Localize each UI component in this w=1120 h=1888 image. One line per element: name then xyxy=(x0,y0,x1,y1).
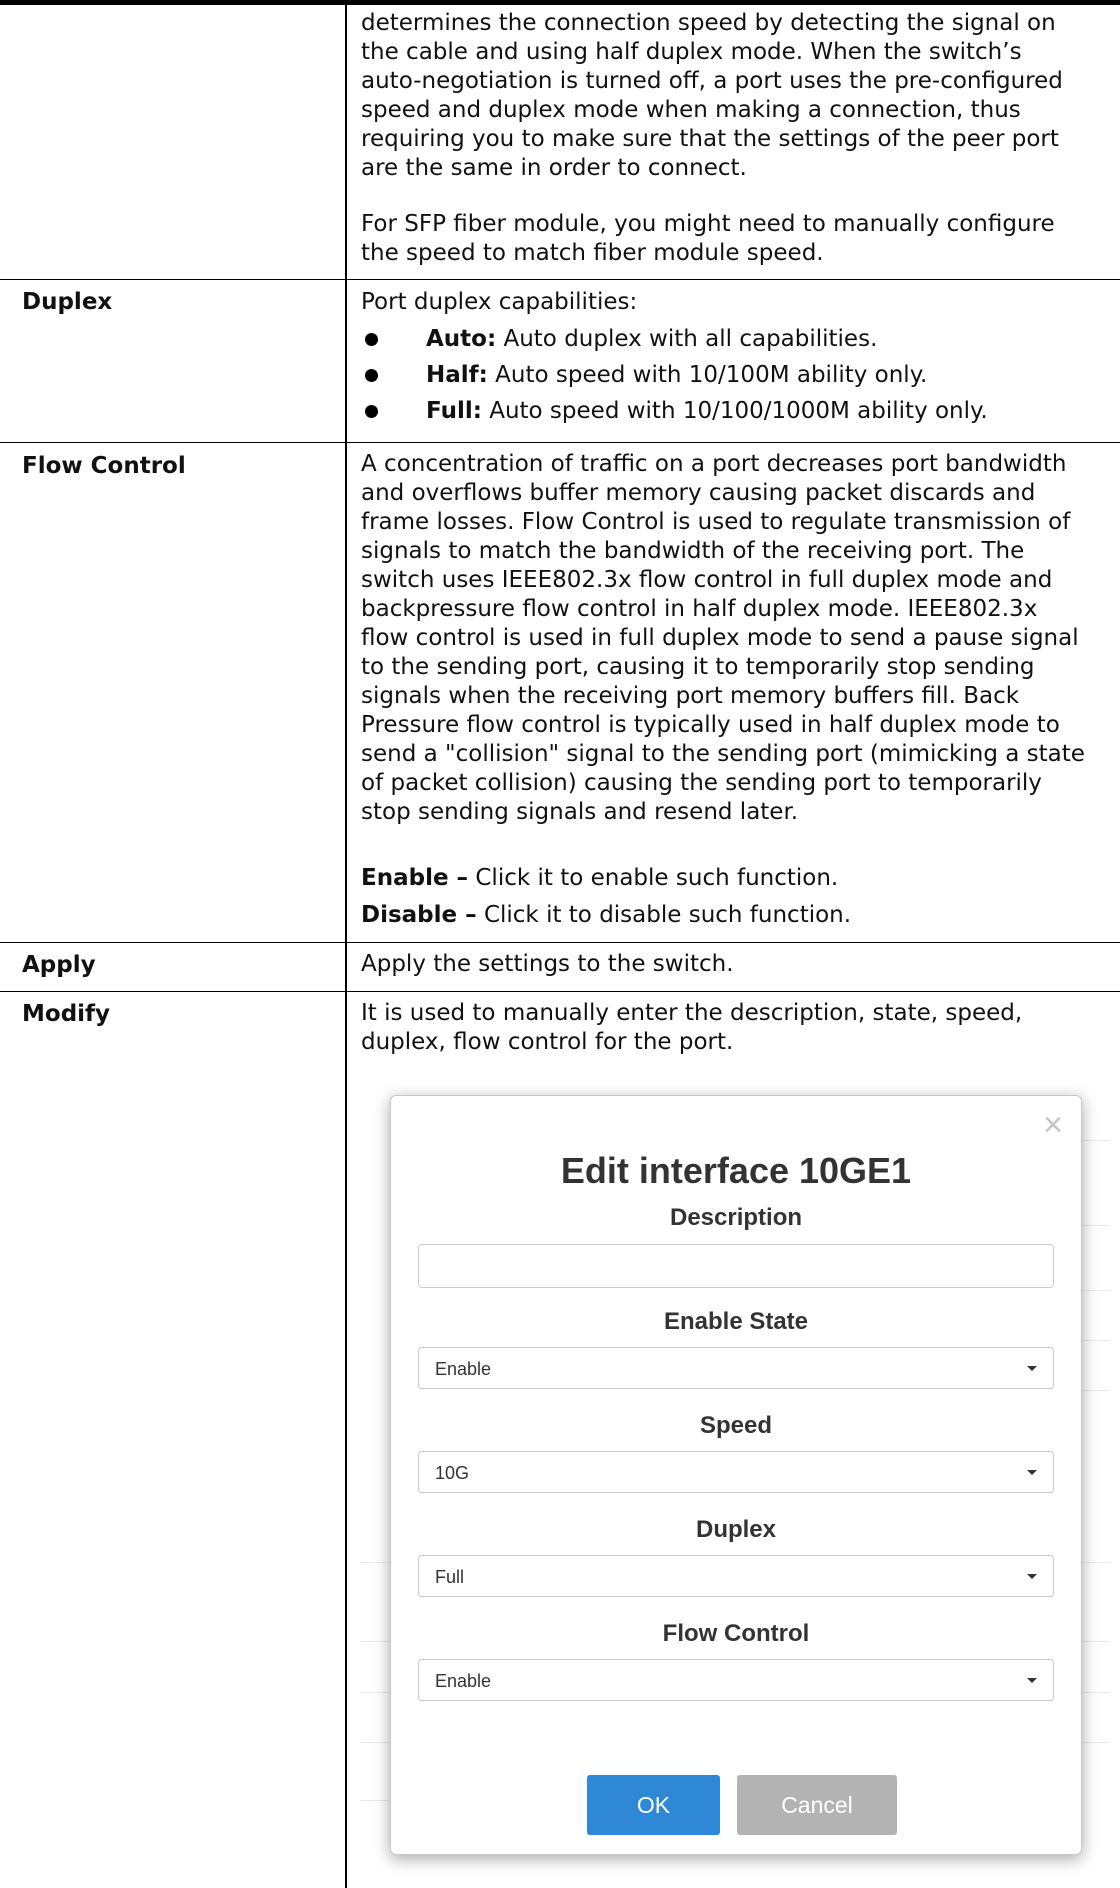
background-divider xyxy=(1080,1641,1110,1642)
sfp-line-2: the speed to match fiber module speed. xyxy=(361,240,824,266)
table-top-border xyxy=(0,0,1120,5)
flow-line-6: backpressure flow control in half duplex… xyxy=(361,596,1038,622)
apply-text: Apply the settings to the switch. xyxy=(361,951,734,977)
duplex-term-half: Half: xyxy=(426,362,488,388)
flow-line-3: frame losses. Flow Control is used to re… xyxy=(361,509,1071,535)
flow-disable-term: Disable – xyxy=(361,902,477,928)
speed-line-4: speed and duplex mode when making a conn… xyxy=(361,97,1021,123)
flow-line-2: and overflows buffer memory causing pack… xyxy=(361,480,1036,506)
speed-value: 10G xyxy=(435,1463,470,1483)
speed-line-1: determines the connection speed by detec… xyxy=(361,10,1056,36)
duplex-label: Duplex xyxy=(22,289,113,315)
flow-control-label: Flow Control xyxy=(22,453,186,479)
speed-label: Speed xyxy=(699,1412,773,1439)
flow-control-value: Enable xyxy=(435,1671,492,1691)
duplex-field-label: Duplex xyxy=(695,1516,776,1543)
bullet-icon xyxy=(365,369,378,382)
table-column-divider xyxy=(345,0,347,1888)
bullet-icon xyxy=(365,405,378,418)
duplex-value: Full xyxy=(435,1567,465,1587)
duplex-heading: Port duplex capabilities: xyxy=(361,288,1113,317)
close-icon[interactable]: × xyxy=(1043,1108,1063,1142)
flow-disable-note: Disable – Click it to disable such funct… xyxy=(361,901,1113,930)
flow-line-11: send a "collision" signal to the sending… xyxy=(361,741,1085,767)
background-divider xyxy=(1080,1742,1110,1743)
dialog-title: Edit interface 10GE1 xyxy=(560,1150,912,1191)
background-divider xyxy=(360,1562,390,1563)
apply-description: Apply the settings to the switch. xyxy=(361,950,1113,979)
flow-line-4: signals to match the bandwidth of the re… xyxy=(361,538,1025,564)
speed-select[interactable]: 10G xyxy=(418,1451,1054,1493)
row-divider xyxy=(0,442,1120,443)
enable-state-select[interactable]: Enable xyxy=(418,1347,1054,1389)
flow-disable-text: Click it to disable such function. xyxy=(476,902,852,928)
speed-line-3: auto-negotiation is turned off, a port u… xyxy=(361,68,1063,94)
speed-line-6: are the same in order to connect. xyxy=(361,155,747,181)
flow-control-description: A concentration of traffic on a port dec… xyxy=(361,450,1113,827)
description-label: Description xyxy=(669,1204,803,1231)
caret-down-icon xyxy=(1027,1574,1037,1579)
flow-line-1: A concentration of traffic on a port dec… xyxy=(361,451,1067,477)
caret-down-icon xyxy=(1027,1678,1037,1683)
background-divider xyxy=(360,1742,390,1743)
flow-enable-note: Enable – Click it to enable such functio… xyxy=(361,864,1113,893)
speed-line-2: the cable and using half duplex mode. Wh… xyxy=(361,39,1022,65)
ok-button[interactable]: OK xyxy=(587,1775,720,1835)
background-divider xyxy=(1080,1562,1110,1563)
duplex-desc-full: Auto speed with 10/100/1000M ability onl… xyxy=(481,398,988,424)
flow-line-8: to the sending port, causing it to tempo… xyxy=(361,654,1035,680)
row-divider xyxy=(0,279,1120,280)
modify-line-2: duplex, flow control for the port. xyxy=(361,1029,734,1055)
apply-label: Apply xyxy=(22,952,96,978)
speed-line-5: requiring you to make sure that the sett… xyxy=(361,126,1059,152)
flow-line-7: flow control is used in full duplex mode… xyxy=(361,625,1079,651)
row-divider xyxy=(0,942,1120,943)
flow-line-10: Pressure flow control is typically used … xyxy=(361,712,1060,738)
flow-line-13: stop sending signals and resend later. xyxy=(361,799,799,825)
background-divider xyxy=(360,1641,390,1642)
duplex-desc-auto: Auto duplex with all capabilities. xyxy=(496,326,878,352)
caret-down-icon xyxy=(1027,1470,1037,1475)
duplex-heading-text: Port duplex capabilities: xyxy=(361,289,638,315)
flow-line-12: of packet collision) causing the sending… xyxy=(361,770,1042,796)
background-divider xyxy=(360,1692,390,1693)
duplex-select[interactable]: Full xyxy=(418,1555,1054,1597)
modify-description: It is used to manually enter the descrip… xyxy=(361,999,1113,1057)
bullet-icon xyxy=(365,333,378,346)
sfp-line-1: For SFP fiber module, you might need to … xyxy=(361,211,1055,237)
duplex-desc-half: Auto speed with 10/100M ability only. xyxy=(487,362,928,388)
flow-line-9: signals when the receiving port memory b… xyxy=(361,683,1020,709)
flow-control-field-label: Flow Control xyxy=(662,1620,810,1647)
flow-enable-term: Enable – xyxy=(361,865,469,891)
duplex-term-auto: Auto: xyxy=(426,326,497,352)
enable-state-value: Enable xyxy=(435,1359,492,1379)
description-input[interactable] xyxy=(418,1244,1054,1288)
background-divider xyxy=(1080,1692,1110,1693)
enable-state-label: Enable State xyxy=(663,1308,809,1335)
edit-interface-dialog: × Edit interface 10GE1 Description Enabl… xyxy=(390,1095,1082,1855)
modify-label: Modify xyxy=(22,1001,111,1027)
caret-down-icon xyxy=(1027,1366,1037,1371)
background-divider xyxy=(360,1800,390,1801)
flow-control-select[interactable]: Enable xyxy=(418,1659,1054,1701)
cancel-button[interactable]: Cancel xyxy=(737,1775,897,1835)
sfp-note: For SFP fiber module, you might need to … xyxy=(361,210,1113,268)
modify-line-1: It is used to manually enter the descrip… xyxy=(361,1000,1023,1026)
row-divider xyxy=(0,991,1120,992)
flow-line-5: switch uses IEEE802.3x flow control in f… xyxy=(361,567,1053,593)
document-page: determines the connection speed by detec… xyxy=(0,0,1120,1888)
flow-enable-text: Click it to enable such function. xyxy=(468,865,839,891)
speed-description: determines the connection speed by detec… xyxy=(361,9,1113,183)
duplex-term-full: Full: xyxy=(426,398,482,424)
